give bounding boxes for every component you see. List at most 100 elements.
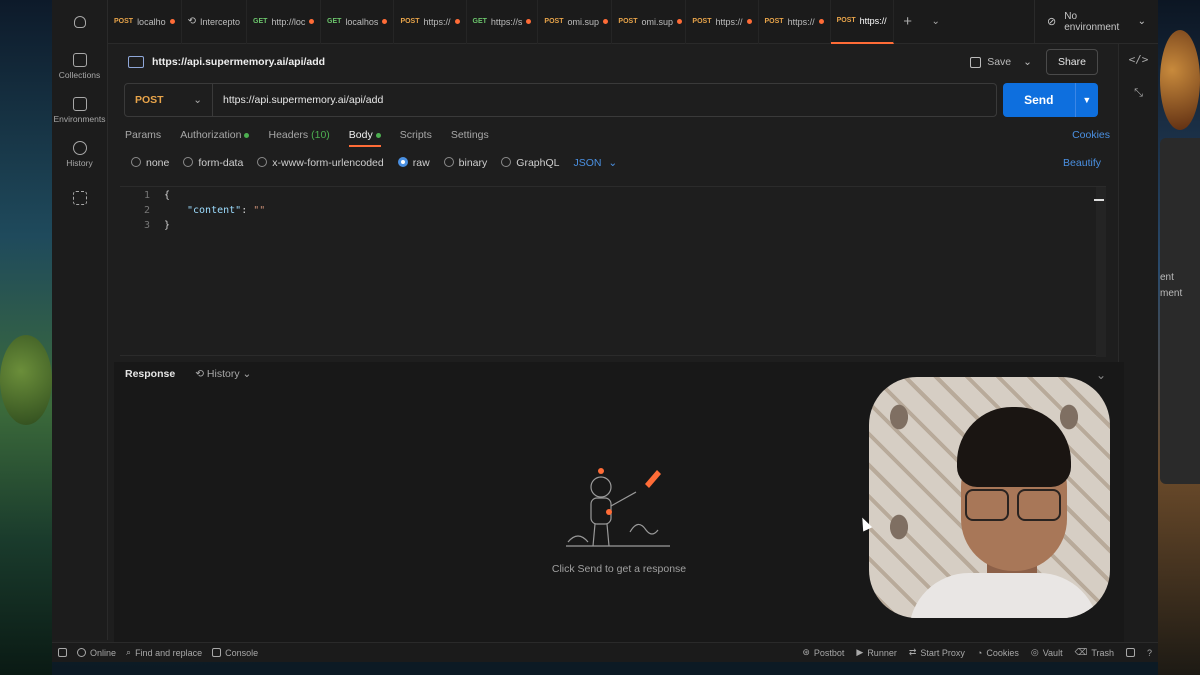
sidebar-toggle[interactable] [58, 648, 67, 657]
tab-scripts[interactable]: Scripts [400, 129, 432, 141]
radio-label: raw [412, 157, 430, 169]
sidebar-item-history[interactable]: History [52, 132, 107, 176]
start-proxy-button[interactable]: ⇄ Start Proxy [909, 647, 965, 658]
trash-can-icon [72, 52, 87, 67]
tab-method: POST [764, 18, 784, 25]
request-tab[interactable]: POST https:// [759, 0, 831, 44]
vault-button[interactable]: ◎ Vault [1031, 647, 1063, 658]
radio-form-data[interactable]: form-data [183, 157, 243, 169]
sidebar-rail: Collections Environments History [52, 0, 108, 640]
beautify-link[interactable]: Beautify [1063, 157, 1101, 169]
request-tab-active[interactable]: POST https:// [830, 0, 894, 44]
status-label: Runner [867, 647, 897, 658]
history-icon [72, 140, 87, 155]
request-tab[interactable]: ⟲ Intercepto [182, 0, 248, 44]
grid-add-icon [72, 191, 87, 205]
radio-label: x-www-form-urlencoded [272, 157, 384, 169]
tab-method: POST [114, 18, 134, 25]
sidebar-item-configure[interactable] [52, 176, 107, 220]
tab-label: https:// [715, 16, 743, 27]
trash-icon: ⌫ [1074, 647, 1088, 657]
json-value: "" [253, 205, 266, 216]
find-replace-button[interactable]: ⌕ Find and replace [126, 647, 202, 658]
response-history-dropdown[interactable]: ⟲ History ⌄ [195, 368, 251, 380]
request-header: https://api.supermemory.ai/api/add Save … [108, 44, 1118, 80]
share-button[interactable]: Share [1045, 49, 1098, 75]
cookies-button[interactable]: ◔ Cookies [977, 647, 1019, 658]
code-icon[interactable]: </> [1119, 53, 1158, 66]
postbot-icon: ⊛ [802, 647, 810, 657]
console-button[interactable]: Console [212, 648, 258, 658]
tab-settings[interactable]: Settings [451, 129, 489, 141]
url-input[interactable]: https://api.supermemory.ai/api/add [213, 94, 383, 106]
status-label: Cookies [986, 647, 1019, 658]
chevron-down-icon: ⌄ [608, 157, 618, 169]
radio-none[interactable]: none [131, 157, 169, 169]
url-bar-row: POST ⌄ https://api.supermemory.ai/api/ad… [124, 83, 1098, 117]
help-button[interactable]: ? [1147, 647, 1152, 658]
radio-icon [257, 157, 268, 167]
new-tab-plus-icon[interactable]: + [894, 13, 922, 30]
request-tab[interactable]: POST https:// [686, 0, 759, 44]
request-tab[interactable]: POST localho [108, 0, 182, 44]
history-icon: ⟲ [195, 368, 204, 380]
cookies-link[interactable]: Cookies [1072, 129, 1110, 141]
sidebar-item-collections[interactable]: Collections [52, 44, 107, 88]
unsaved-dot-icon [746, 19, 752, 24]
request-tab[interactable]: GET http://loc [247, 0, 322, 44]
status-dot-icon [244, 132, 250, 138]
radio-urlencoded[interactable]: x-www-form-urlencoded [257, 157, 384, 169]
http-request-icon [128, 56, 144, 68]
unsaved-dot-icon [309, 19, 315, 24]
tab-method: POST [400, 18, 420, 25]
language-select[interactable]: JSON ⌄ [573, 157, 617, 169]
radio-raw[interactable]: raw [397, 157, 430, 169]
chevron-down-icon: ⌄ [1137, 16, 1146, 27]
radio-icon [183, 157, 194, 167]
status-bar-right: ⊛ Postbot ▶ Runner ⇄ Start Proxy ◔ Cookies ◎… [802, 647, 1158, 658]
code-line: } [164, 220, 171, 231]
send-options-chevron-icon[interactable]: ▼ [1074, 83, 1098, 117]
right-context-rail: </> ⤡ [1118, 44, 1158, 642]
method-select[interactable]: POST ⌄ [125, 84, 213, 116]
unsaved-dot-icon [677, 19, 682, 24]
request-tab[interactable]: GET localhos [321, 0, 395, 44]
tab-authorization[interactable]: Authorization [180, 129, 250, 141]
chevron-down-icon[interactable]: ⌄ [1023, 56, 1032, 68]
tab-label: Headers [268, 129, 309, 141]
help-icon: ? [1146, 647, 1152, 658]
environment-selector[interactable]: ⊘ No environment ⌄ [1034, 0, 1158, 44]
postbot-button[interactable]: ⊛ Postbot [802, 647, 844, 658]
tab-body[interactable]: Body [348, 129, 381, 147]
status-label: Vault [1042, 647, 1063, 658]
radio-icon [443, 157, 454, 167]
request-tab[interactable]: GET https://s [467, 0, 539, 44]
sidebar-item-account[interactable] [52, 0, 107, 44]
request-title[interactable]: https://api.supermemory.ai/api/add [152, 56, 325, 68]
online-status[interactable]: Online [77, 648, 116, 658]
sidebar-item-label: Collections [58, 69, 101, 80]
request-tab[interactable]: POST https:// [394, 0, 467, 44]
save-button[interactable]: Save ⌄ [970, 56, 1032, 68]
radio-binary[interactable]: binary [443, 157, 487, 169]
tab-params[interactable]: Params [125, 129, 161, 141]
request-tab[interactable]: POST omi.sup [612, 0, 687, 44]
trash-button[interactable]: ⌫ Trash [1075, 647, 1114, 658]
tabs-overflow-chevron-icon[interactable]: ⌄ [922, 16, 950, 27]
send-button[interactable]: Send [1002, 83, 1075, 117]
chevron-down-icon: ⌄ [242, 368, 252, 380]
related-collapse-icon[interactable]: ⤡ [1119, 86, 1158, 100]
radio-label: none [146, 157, 170, 169]
unsaved-dot-icon [169, 19, 175, 24]
sidebar-item-environments[interactable]: Environments [52, 88, 107, 132]
body-editor[interactable]: 1 2 3 { "content": "" } [120, 186, 1106, 357]
chevron-down-icon: ⌄ [193, 94, 202, 106]
tab-headers[interactable]: Headers (10) [268, 129, 329, 141]
body-type-options: none form-data x-www-form-urlencoded raw… [131, 155, 1101, 171]
editor-scrollbar[interactable] [1096, 187, 1106, 357]
line-number: 1 [143, 190, 150, 201]
layout-button[interactable] [1125, 647, 1135, 658]
request-tab[interactable]: POST omi.sup [538, 0, 613, 44]
runner-button[interactable]: ▶ Runner [856, 647, 896, 658]
radio-graphql[interactable]: GraphQL [501, 157, 559, 169]
